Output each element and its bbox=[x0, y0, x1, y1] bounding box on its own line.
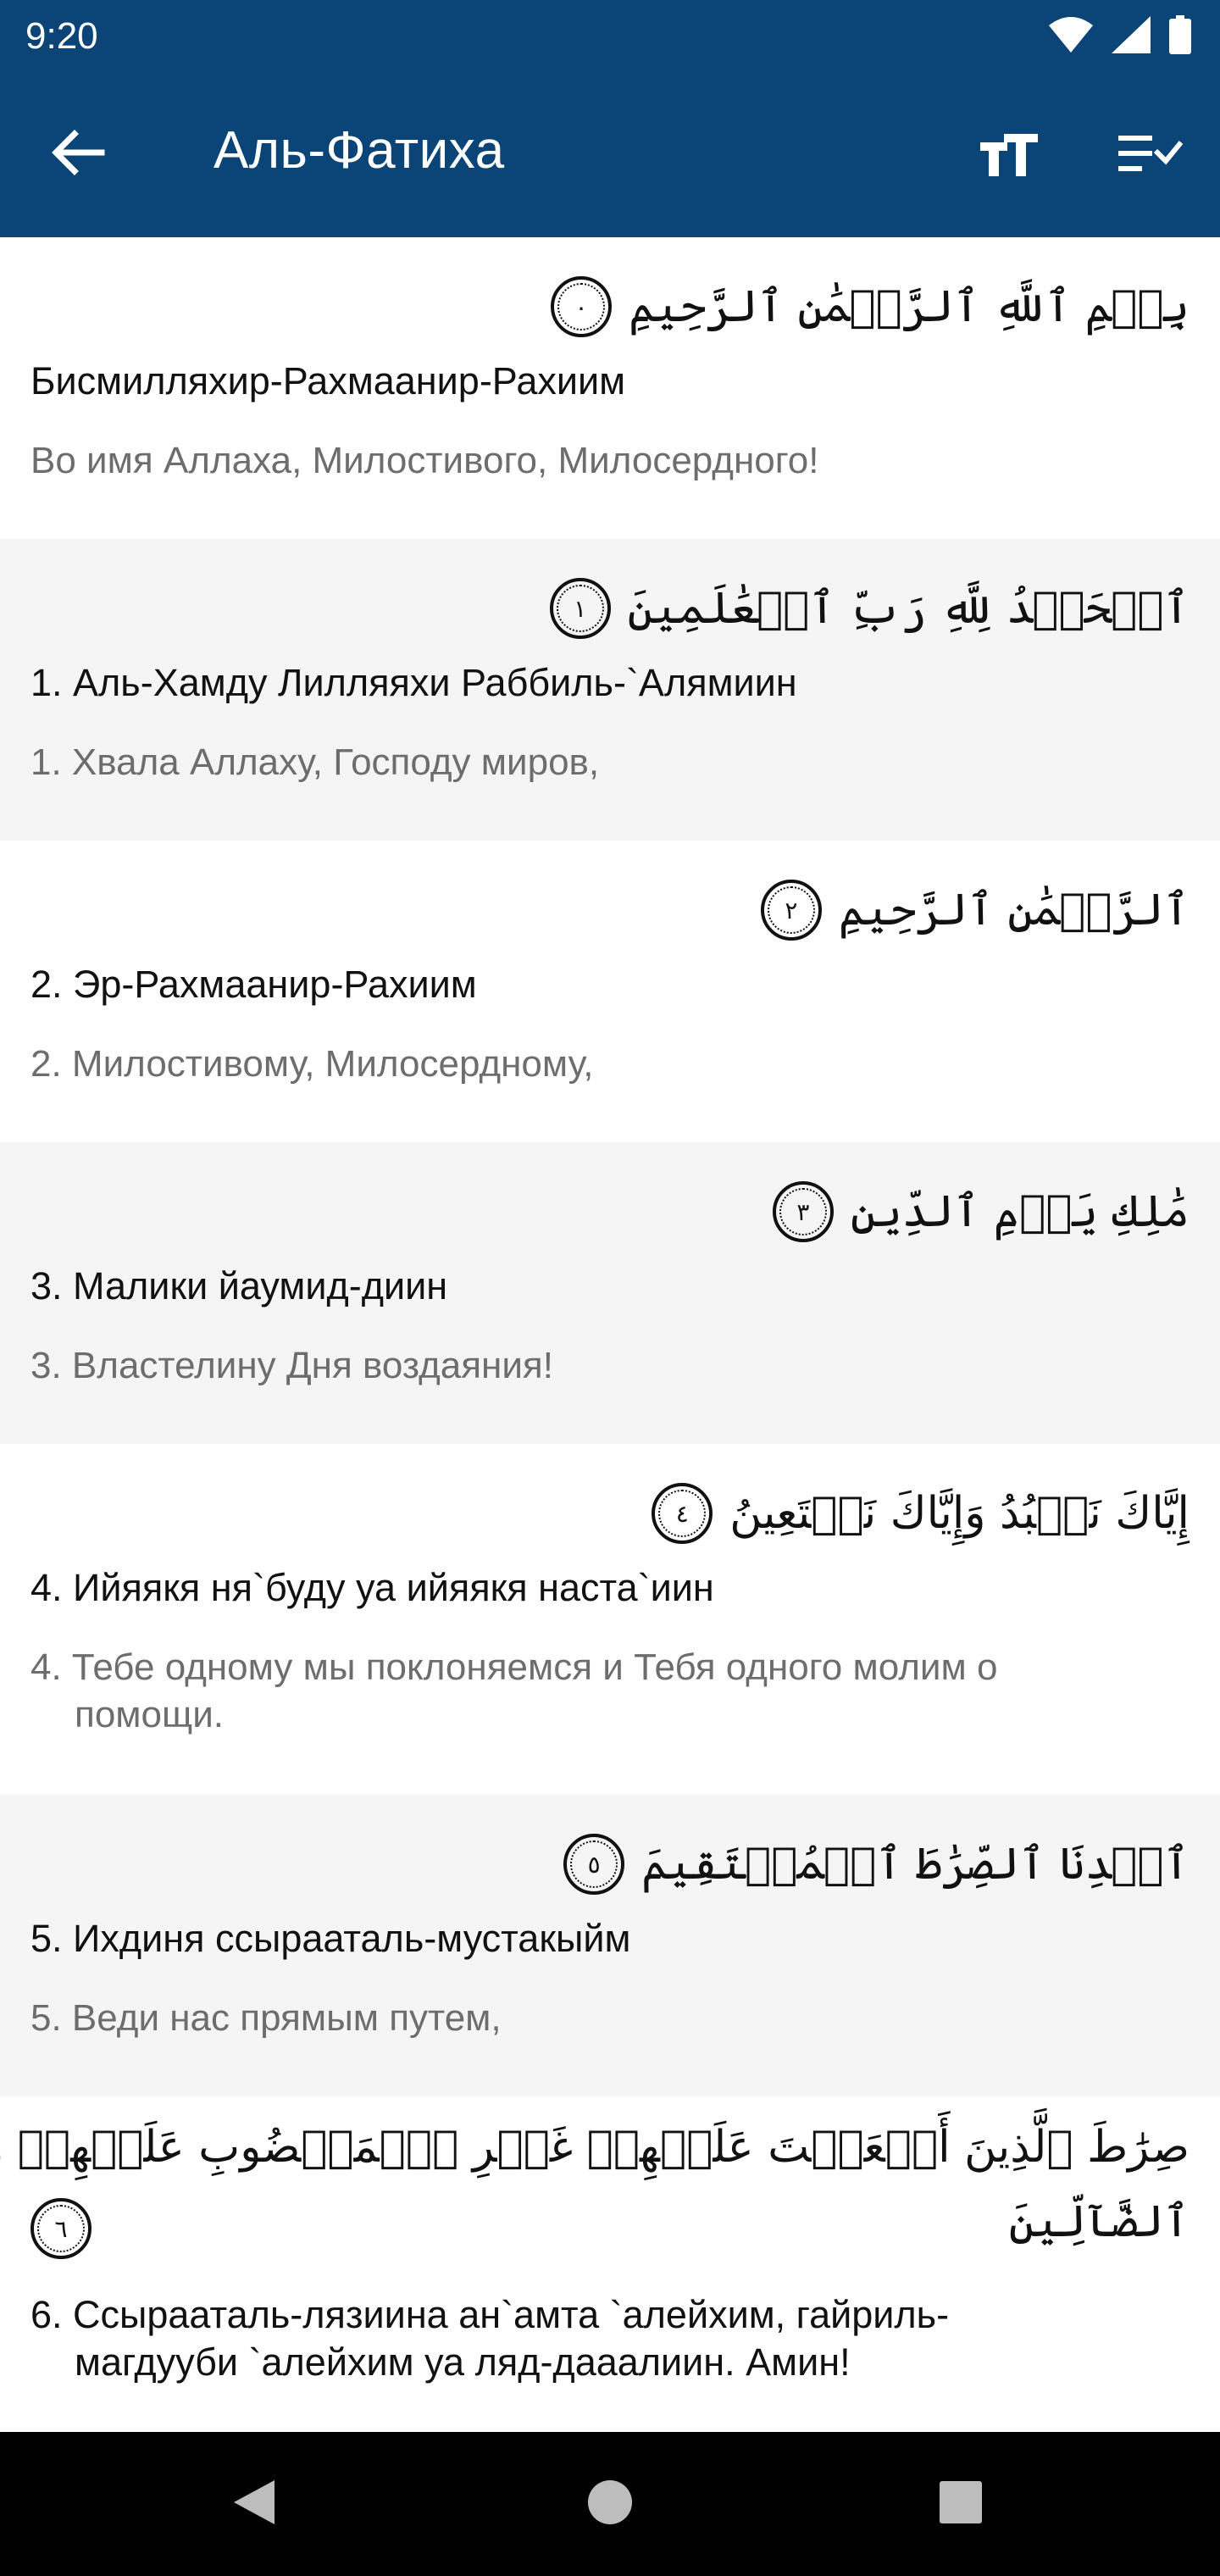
nav-home-button[interactable] bbox=[576, 2470, 644, 2538]
verse-item[interactable]: صِرَٰطَ ٱلَّذِينَ أَنۡعَمۡتَ عَلَيۡهِمۡ … bbox=[0, 2096, 1220, 2432]
ayah-number-badge: ٥ bbox=[563, 1834, 625, 1895]
status-bar: 9:20 bbox=[0, 0, 1220, 71]
transliteration-text: 3. Малики йаумид-диин bbox=[30, 1264, 448, 1307]
translation-text: 1. Хвала Аллаху, Господу миров, bbox=[30, 741, 600, 783]
system-nav-bar bbox=[0, 2432, 1220, 2576]
ayah-number-badge: ٢ bbox=[760, 880, 822, 941]
text-size-button[interactable] bbox=[973, 120, 1044, 192]
checklist-button[interactable] bbox=[1115, 120, 1186, 192]
transliteration-text: 2. Эр-Рахмаанир-Рахиим bbox=[30, 963, 477, 1006]
ayah-number-badge: ٤ bbox=[652, 1483, 713, 1544]
nav-back-button[interactable] bbox=[220, 2470, 288, 2538]
checklist-icon bbox=[1118, 132, 1184, 180]
transliteration-text: 6. Ссырааталь-лязиина ан`амта `алейхим, … bbox=[30, 2293, 950, 2384]
arrow-back-icon bbox=[51, 129, 105, 180]
arabic-text: ٱهۡدِنَا ٱلصِّرَٰطَ ٱلۡمُسۡتَقِيمَ bbox=[641, 1839, 1190, 1890]
verse-item[interactable]: ٢ ٱلرَّحۡمَٰنِ ٱلرَّحِيمِ 2. Эр-Рахмаани… bbox=[0, 841, 1220, 1142]
ayah-number-badge: ٣ bbox=[772, 1181, 834, 1242]
ayah-number-badge: ١ bbox=[549, 578, 611, 639]
signal-icon bbox=[1112, 16, 1151, 57]
status-icons bbox=[1049, 15, 1191, 58]
verse-item[interactable]: ٣ مَٰلِكِ يَوۡمِ ٱلدِّينِ 3. Малики йаум… bbox=[0, 1142, 1220, 1444]
nav-back-icon bbox=[230, 2477, 278, 2531]
back-button[interactable] bbox=[44, 120, 112, 188]
nav-home-icon bbox=[586, 2479, 634, 2529]
translation-text: 2. Милостивому, Милосердному, bbox=[30, 1043, 594, 1085]
transliteration-text: 5. Ихдиня ссырааталь-мустакыйм bbox=[30, 1917, 631, 1960]
app-bar: Аль-Фатиха bbox=[0, 71, 1220, 237]
wifi-icon bbox=[1049, 17, 1093, 56]
status-time: 9:20 bbox=[25, 15, 98, 57]
translation-text: 4. Тебе одному мы поклоняемся и Тебя одн… bbox=[30, 1646, 998, 1735]
arabic-text: بِسۡمِ ٱللَّهِ ٱلرَّحۡمَٰنِ ٱلرَّحِيمِ bbox=[629, 281, 1190, 332]
translation-text: Во имя Аллаха, Милостивого, Милосердного… bbox=[30, 440, 819, 481]
arabic-text-line-1: صِرَٰطَ ٱلَّذِينَ أَنۡعَمۡتَ عَلَيۡهِمۡ … bbox=[0, 2122, 1190, 2173]
battery-icon bbox=[1169, 15, 1191, 58]
arabic-text-line-2: ٱلضَّآلِّينَ bbox=[1008, 2196, 1190, 2247]
verse-item[interactable]: ٥ ٱهۡدِنَا ٱلصِّرَٰطَ ٱلۡمُسۡتَقِيمَ 5. … bbox=[0, 1795, 1220, 2096]
page-title: Аль-Фатиха bbox=[214, 121, 505, 180]
transliteration-text: Бисмилляхир-Рахмаанир-Рахиим bbox=[30, 359, 626, 402]
translation-text: 5. Веди нас прямым путем, bbox=[30, 1997, 502, 2039]
text-size-icon bbox=[979, 130, 1038, 181]
transliteration-text: 1. Аль-Хамду Лилляяхи Раббиль-`Алямиин bbox=[30, 661, 797, 704]
ayah-number-badge: ٦ bbox=[30, 2198, 92, 2259]
nav-recents-button[interactable] bbox=[927, 2470, 995, 2538]
arabic-text: مَٰلِكِ يَوۡمِ ٱلدِّينِ bbox=[850, 1186, 1190, 1237]
translation-text: 3. Властелину Дня воздаяния! bbox=[30, 1345, 553, 1386]
verse-item[interactable]: ٤ إِيَّاكَ نَعۡبُدُ وَإِيَّاكَ نَسۡتَعِي… bbox=[0, 1444, 1220, 1795]
arabic-text: إِيَّاكَ نَعۡبُدُ وَإِيَّاكَ نَسۡتَعِينُ bbox=[729, 1488, 1190, 1539]
verse-list[interactable]: ٠ بِسۡمِ ٱللَّهِ ٱلرَّحۡمَٰنِ ٱلرَّحِيمِ… bbox=[0, 237, 1220, 2432]
verse-item[interactable]: ٠ بِسۡمِ ٱللَّهِ ٱلرَّحۡمَٰنِ ٱلرَّحِيمِ… bbox=[0, 237, 1220, 539]
arabic-text: ٱلرَّحۡمَٰنِ ٱلرَّحِيمِ bbox=[838, 885, 1190, 935]
nav-recents-icon bbox=[938, 2479, 984, 2529]
verse-item[interactable]: ١ ٱلۡحَمۡدُ لِلَّهِ رَبِّ ٱلۡعَٰلَمِينَ … bbox=[0, 539, 1220, 841]
ayah-number-badge: ٠ bbox=[551, 276, 613, 337]
arabic-text: ٱلۡحَمۡدُ لِلَّهِ رَبِّ ٱلۡعَٰلَمِينَ bbox=[627, 583, 1190, 634]
transliteration-text: 4. Ийяякя ня`буду уа ийяякя наста`иин bbox=[30, 1566, 714, 1609]
